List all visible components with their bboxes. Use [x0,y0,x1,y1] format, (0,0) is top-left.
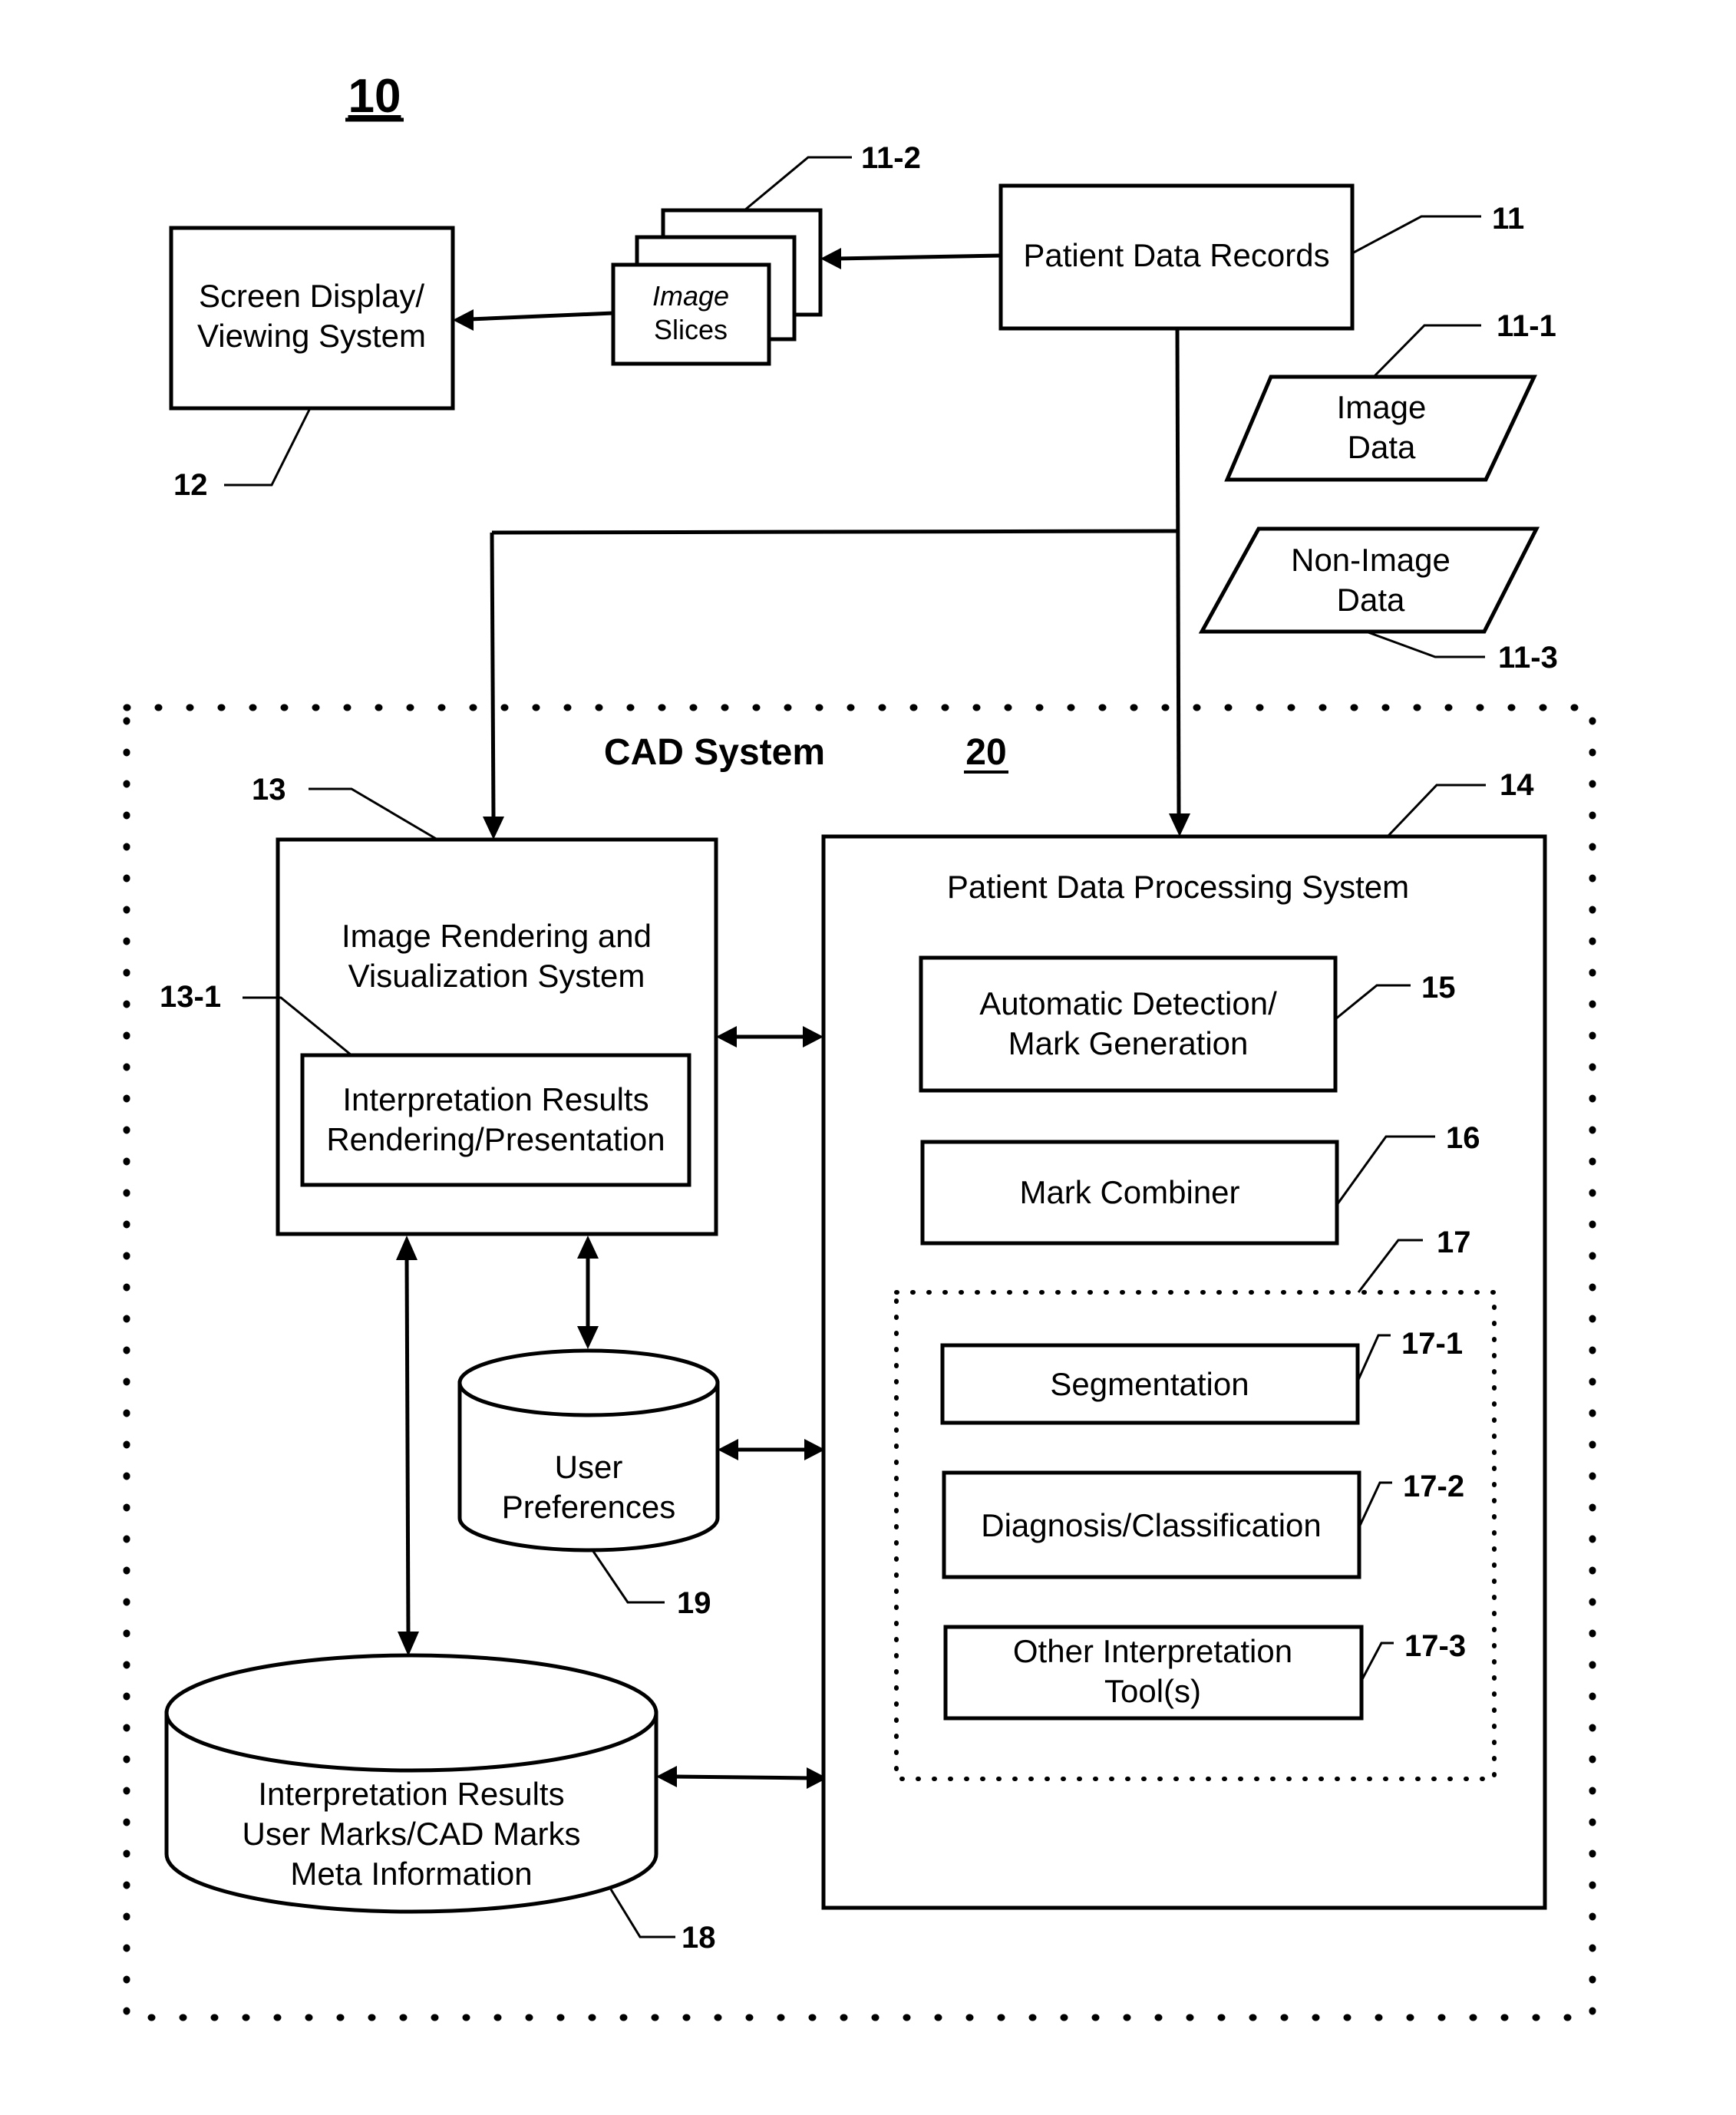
patient-data-processing-label: Patient Data Processing System [947,869,1409,905]
interp-results-line-2: User Marks/CAD Marks [242,1816,580,1852]
arrowhead [577,1236,599,1259]
ref-13: 13 [252,773,286,807]
image-rendering-line-1: Image Rendering and [342,918,652,954]
arrowhead [820,248,841,269]
ref-15: 15 [1421,971,1456,1005]
leader-19 [591,1549,665,1604]
interp-results-cylinder-top [164,1653,658,1773]
screen-display-line-2: Viewing System [197,318,426,354]
screen-display-line-1: Screen Display/ [199,278,424,314]
interp-results-db[interactable]: Interpretation Results User Marks/CAD Ma… [164,1653,658,1914]
arrowhead [718,1439,738,1460]
segmentation-label: Segmentation [1050,1366,1249,1402]
arrowhead [803,1026,823,1048]
ref-17-2: 17-2 [1403,1470,1464,1503]
diagnosis-label: Diagnosis/Classification [981,1507,1322,1543]
ref-11: 11 [1492,202,1524,236]
auto-detection-box [919,955,1338,1093]
user-preferences-cylinder-top [457,1348,720,1417]
auto-detection-line-1: Automatic Detection/ [979,985,1277,1021]
leader-13 [309,787,438,841]
arrow-results-processing [673,1774,811,1780]
ref-11-1: 11-1 [1497,309,1556,343]
ref-16: 16 [1446,1121,1480,1155]
interp-rendering-line-2: Rendering/Presentation [326,1121,665,1157]
screen-display-node[interactable]: Screen Display/ Viewing System [169,226,455,411]
ref-11-2: 11-2 [861,141,921,175]
ref-11-3: 11-3 [1498,641,1558,675]
leader-11 [1352,215,1481,255]
arrowhead [396,1236,417,1260]
leader-11-1 [1372,324,1481,378]
arrowhead [453,309,474,331]
image-data-node[interactable]: Image Data [1224,374,1537,482]
image-data-line-2: Data [1348,429,1416,465]
leader-11-2 [744,156,852,212]
arrow-slices-to-display [469,311,614,322]
leader-12 [224,407,312,487]
mark-combiner-node[interactable]: Mark Combiner [920,1140,1339,1246]
interp-rendering-box [300,1053,691,1187]
diagnosis-node[interactable]: Diagnosis/Classification [942,1470,1361,1579]
arrowhead [483,817,504,840]
segmentation-node[interactable]: Segmentation [940,1343,1360,1425]
patient-data-records-label: Patient Data Records [1023,237,1329,273]
cad-system-diagram: 10 CAD System 20 Screen Display/ Viewing… [123,70,1596,2021]
interp-rendering-node[interactable]: Interpretation Results Rendering/Present… [300,1053,691,1187]
arrowhead [577,1326,599,1349]
image-rendering-line-2: Visualization System [348,958,645,994]
patient-data-records-node[interactable]: Patient Data Records [998,183,1355,331]
line-records-trunk [1175,328,1181,816]
leader-18 [609,1889,675,1938]
cad-system-label: CAD System [604,732,825,773]
auto-detection-line-2: Mark Generation [1008,1025,1249,1061]
figure-number: 10 [348,70,401,123]
ref-19: 19 [677,1586,711,1620]
non-image-data-line-2: Data [1337,582,1405,618]
other-tools-line-2: Tool(s) [1104,1673,1201,1709]
non-image-data-node[interactable]: Non-Image Data [1198,526,1540,634]
ref-13-1: 13-1 [160,980,221,1014]
ref-17-1: 17-1 [1401,1327,1463,1361]
user-preferences-line-2: Preferences [502,1489,675,1525]
arrowhead [656,1766,677,1787]
other-tools-node[interactable]: Other Interpretation Tool(s) [943,1625,1364,1721]
arrow-rendering-results [404,1255,411,1637]
ref-17-3: 17-3 [1404,1629,1466,1663]
arrowhead [716,1026,737,1048]
interp-results-line-1: Interpretation Results [258,1776,564,1812]
ref-12: 12 [173,468,208,502]
other-tools-line-1: Other Interpretation [1013,1633,1292,1669]
arrow-records-to-slices [836,253,1002,261]
ref-18: 18 [682,1921,716,1955]
mark-combiner-label: Mark Combiner [1019,1174,1239,1210]
arrowhead [1169,813,1190,836]
image-data-line-1: Image [1337,389,1427,425]
image-slices-line-1: Image [652,280,729,312]
arrowhead [398,1632,419,1656]
auto-detection-node[interactable]: Automatic Detection/ Mark Generation [919,955,1338,1093]
user-preferences-db[interactable]: User Preferences [457,1348,720,1552]
image-slices-line-2: Slices [654,314,728,345]
user-preferences-line-1: User [555,1449,623,1485]
image-slices-node[interactable]: Image Slices [611,208,823,366]
cad-system-number: 20 [965,732,1006,773]
non-image-data-line-1: Non-Image [1291,542,1451,578]
ref-14: 14 [1500,768,1534,802]
leader-14 [1386,784,1486,838]
line-branch-to-rendering [491,529,1178,535]
ref-17: 17 [1437,1226,1471,1259]
line-down-to-rendering [490,532,496,819]
interp-results-line-3: Meta Information [290,1856,532,1892]
interp-rendering-line-1: Interpretation Results [342,1081,649,1117]
leader-11-3 [1365,630,1485,658]
